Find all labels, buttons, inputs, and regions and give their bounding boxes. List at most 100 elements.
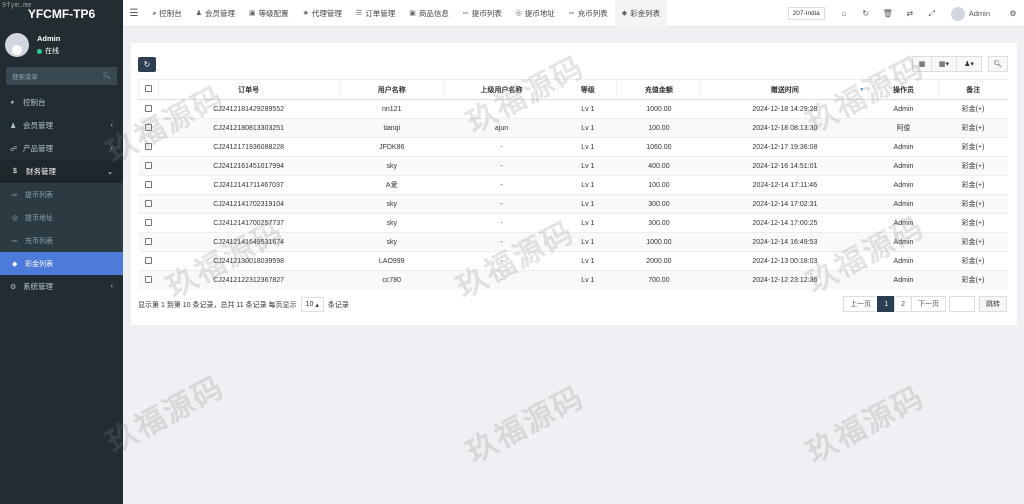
row-checkbox[interactable] xyxy=(144,161,152,169)
region-badge[interactable]: 207-India xyxy=(787,7,825,20)
column-header-5[interactable]: 赠送时间 ▼ xyxy=(700,79,869,100)
table-row[interactable]: CJ2412180813303251 tianqi ajun Lv 1 100.00 20… xyxy=(138,118,1008,138)
sidebar-item-1[interactable]: ♟ 会员管理 ‹ xyxy=(0,114,123,137)
row-checkbox[interactable] xyxy=(144,180,152,188)
fullscreen-icon[interactable]: ⤢ xyxy=(921,9,943,19)
row-checkbox[interactable] xyxy=(144,218,152,226)
app-logo[interactable]: 9fym.me YFCMF-TP6 xyxy=(0,0,123,27)
jump-button[interactable]: 跳转 xyxy=(979,296,1007,312)
search-toggle-button[interactable]: 🔍︎ xyxy=(988,56,1008,72)
table-row[interactable]: CJ2412141711467037 A爱 - Lv 1 100.00 2024-12-1… xyxy=(138,175,1008,195)
sidebar-item-7[interactable]: ◆ 彩金列表 xyxy=(0,252,123,275)
columns-button[interactable]: ▦▾ xyxy=(931,56,957,72)
table-row[interactable]: CJ2412141702319104 sky - Lv 1 300.00 2024-12-… xyxy=(138,194,1008,214)
table-cell: A爱 xyxy=(339,175,445,195)
sidebar-item-6[interactable]: ⇨ 充币列表 xyxy=(0,229,123,252)
row-checkbox[interactable] xyxy=(144,275,152,283)
search-icon[interactable]: 🔍︎ xyxy=(103,72,111,80)
select-all-checkbox[interactable] xyxy=(144,85,152,92)
column-header-3[interactable]: 等级 xyxy=(558,79,617,100)
row-select-cell[interactable] xyxy=(138,270,159,290)
nav-tab-label: 彩金列表 xyxy=(630,8,661,18)
row-select-cell[interactable] xyxy=(138,175,159,195)
level-icon: ▣ xyxy=(249,10,256,17)
nav-tab-0[interactable]: ◕ 控制台 xyxy=(145,0,189,27)
table-cell: 2024-12-14 17:02:31 xyxy=(700,194,869,214)
row-select-cell[interactable] xyxy=(138,156,159,176)
table-row[interactable]: CJ2412181429289552 nn121 Lv 1 1000.00 2024-1… xyxy=(138,99,1008,119)
row-checkbox[interactable] xyxy=(144,199,152,207)
column-header-6[interactable]: 操作员 xyxy=(868,79,939,100)
select-all-header[interactable] xyxy=(138,79,159,100)
nav-tab-6[interactable]: ⇨ 提币列表 xyxy=(456,0,509,27)
trash-icon[interactable]: 🗑︎ xyxy=(877,9,899,18)
page-button-1[interactable]: 1 xyxy=(877,296,896,312)
top-user-name[interactable]: Admin xyxy=(969,9,990,18)
column-header-7[interactable]: 备注 xyxy=(937,79,1008,100)
table-row[interactable]: CJ2412161451017994 sky - Lv 1 400.00 2024-12-… xyxy=(138,156,1008,176)
row-select-cell[interactable] xyxy=(138,99,159,119)
sidebar-item-0[interactable]: ◕ 控制台 xyxy=(0,91,123,114)
refresh-button[interactable]: ↻ xyxy=(138,57,156,72)
refresh-icon[interactable]: ↻ xyxy=(855,9,877,18)
row-select-cell[interactable] xyxy=(138,137,159,157)
page-button-2[interactable]: 2 xyxy=(894,296,912,312)
nav-tab-8[interactable]: ⇨ 充币列表 xyxy=(562,0,615,27)
row-checkbox[interactable] xyxy=(144,237,152,245)
row-select-cell[interactable] xyxy=(138,232,159,252)
table-row[interactable]: CJ2412130018039598 LAO999- Lv 1 2000.00 2024… xyxy=(138,251,1008,271)
jump-page-input[interactable] xyxy=(949,296,975,312)
translate-icon[interactable]: ⇄ xyxy=(899,9,921,18)
column-header-2[interactable]: 上级用户名称 xyxy=(443,79,559,100)
nav-tab-2[interactable]: ▣ 等级配置 xyxy=(242,0,296,27)
table-row[interactable]: CJ2412171936088228 JFDK86- Lv 1 1060.00 2024… xyxy=(138,137,1008,157)
table-cell: tianqi xyxy=(339,118,445,138)
row-select-cell[interactable] xyxy=(138,213,159,233)
hamburger-menu-icon[interactable]: ☰ xyxy=(123,8,145,19)
home-icon[interactable]: ⌂ xyxy=(833,9,855,18)
sidebar-item-3[interactable]: $ 财务管理 ⌄ xyxy=(0,160,123,183)
column-header-0[interactable]: 订单号 xyxy=(157,79,340,100)
prev-page-button[interactable]: 上一页 xyxy=(843,296,879,312)
nav-tab-1[interactable]: ♟ 会员管理 xyxy=(189,0,242,27)
nav-tab-5[interactable]: ▣ 商品信息 xyxy=(402,0,456,27)
user-status: 在线 xyxy=(37,46,60,56)
export-button[interactable]: ♟▾ xyxy=(956,56,982,72)
table-cell: - xyxy=(444,156,559,176)
nav-tab-7[interactable]: ◎ 提币地址 xyxy=(509,0,562,27)
table-cell: CJ2412141702319104 xyxy=(158,194,340,214)
sidebar-item-5[interactable]: ◎ 提币地址 xyxy=(0,206,123,229)
page-size-select[interactable]: 10 ▴ xyxy=(300,297,324,312)
sort-desc-icon[interactable]: ▼ xyxy=(859,87,864,93)
nav-tab-3[interactable]: ★ 代理管理 xyxy=(296,0,349,27)
table-cell: 2024-12-12 23:12:36 xyxy=(700,270,869,290)
toggle-view-button[interactable]: ▦ xyxy=(912,56,932,72)
row-checkbox[interactable] xyxy=(144,142,152,150)
menu-search-input[interactable]: 搜索菜单 🔍︎ xyxy=(6,67,117,85)
next-page-button[interactable]: 下一页 xyxy=(911,296,946,312)
row-select-cell[interactable] xyxy=(138,118,159,138)
nav-tab-9[interactable]: ◆ 彩金列表 xyxy=(614,0,668,27)
row-select-cell[interactable] xyxy=(138,251,159,271)
table-cell: CJ2412171936088228 xyxy=(158,137,340,157)
sidebar-item-8[interactable]: ⚙ 系统管理 ‹ xyxy=(0,275,123,298)
sidebar-item-4[interactable]: ⇨ 提币列表 xyxy=(0,183,123,206)
table-row[interactable]: CJ2412141649531674 sky - Lv 1 1000.00 2024-12… xyxy=(138,232,1008,252)
row-checkbox[interactable] xyxy=(144,104,152,112)
column-header-1[interactable]: 用户名称 xyxy=(338,79,445,100)
column-header-4[interactable]: 充值金额 xyxy=(616,79,701,100)
top-avatar[interactable] xyxy=(950,6,965,21)
gears-icon[interactable]: ⚙ xyxy=(1002,9,1024,18)
table-row[interactable]: CJ2412141700257737 sky - Lv 1 300.00 2024-12-… xyxy=(138,213,1008,233)
row-checkbox[interactable] xyxy=(144,256,152,264)
deposit-icon: ⇨ xyxy=(568,10,575,17)
table-cell: Admin xyxy=(868,232,939,252)
row-select-cell[interactable] xyxy=(138,194,159,214)
nav-tab-4[interactable]: ☰ 订单管理 xyxy=(349,0,402,27)
table-row[interactable]: CJ2412122312367827 cc780- Lv 1 700.00 2024-1… xyxy=(138,270,1008,290)
sidebar-item-2[interactable]: ☍ 产品管理 ‹ xyxy=(0,137,123,160)
logo-text: YFCMF-TP6 xyxy=(27,6,96,21)
nav-tab-label: 提币列表 xyxy=(471,8,502,18)
nav-tab-label: 提币地址 xyxy=(524,8,555,18)
row-checkbox[interactable] xyxy=(144,123,152,131)
